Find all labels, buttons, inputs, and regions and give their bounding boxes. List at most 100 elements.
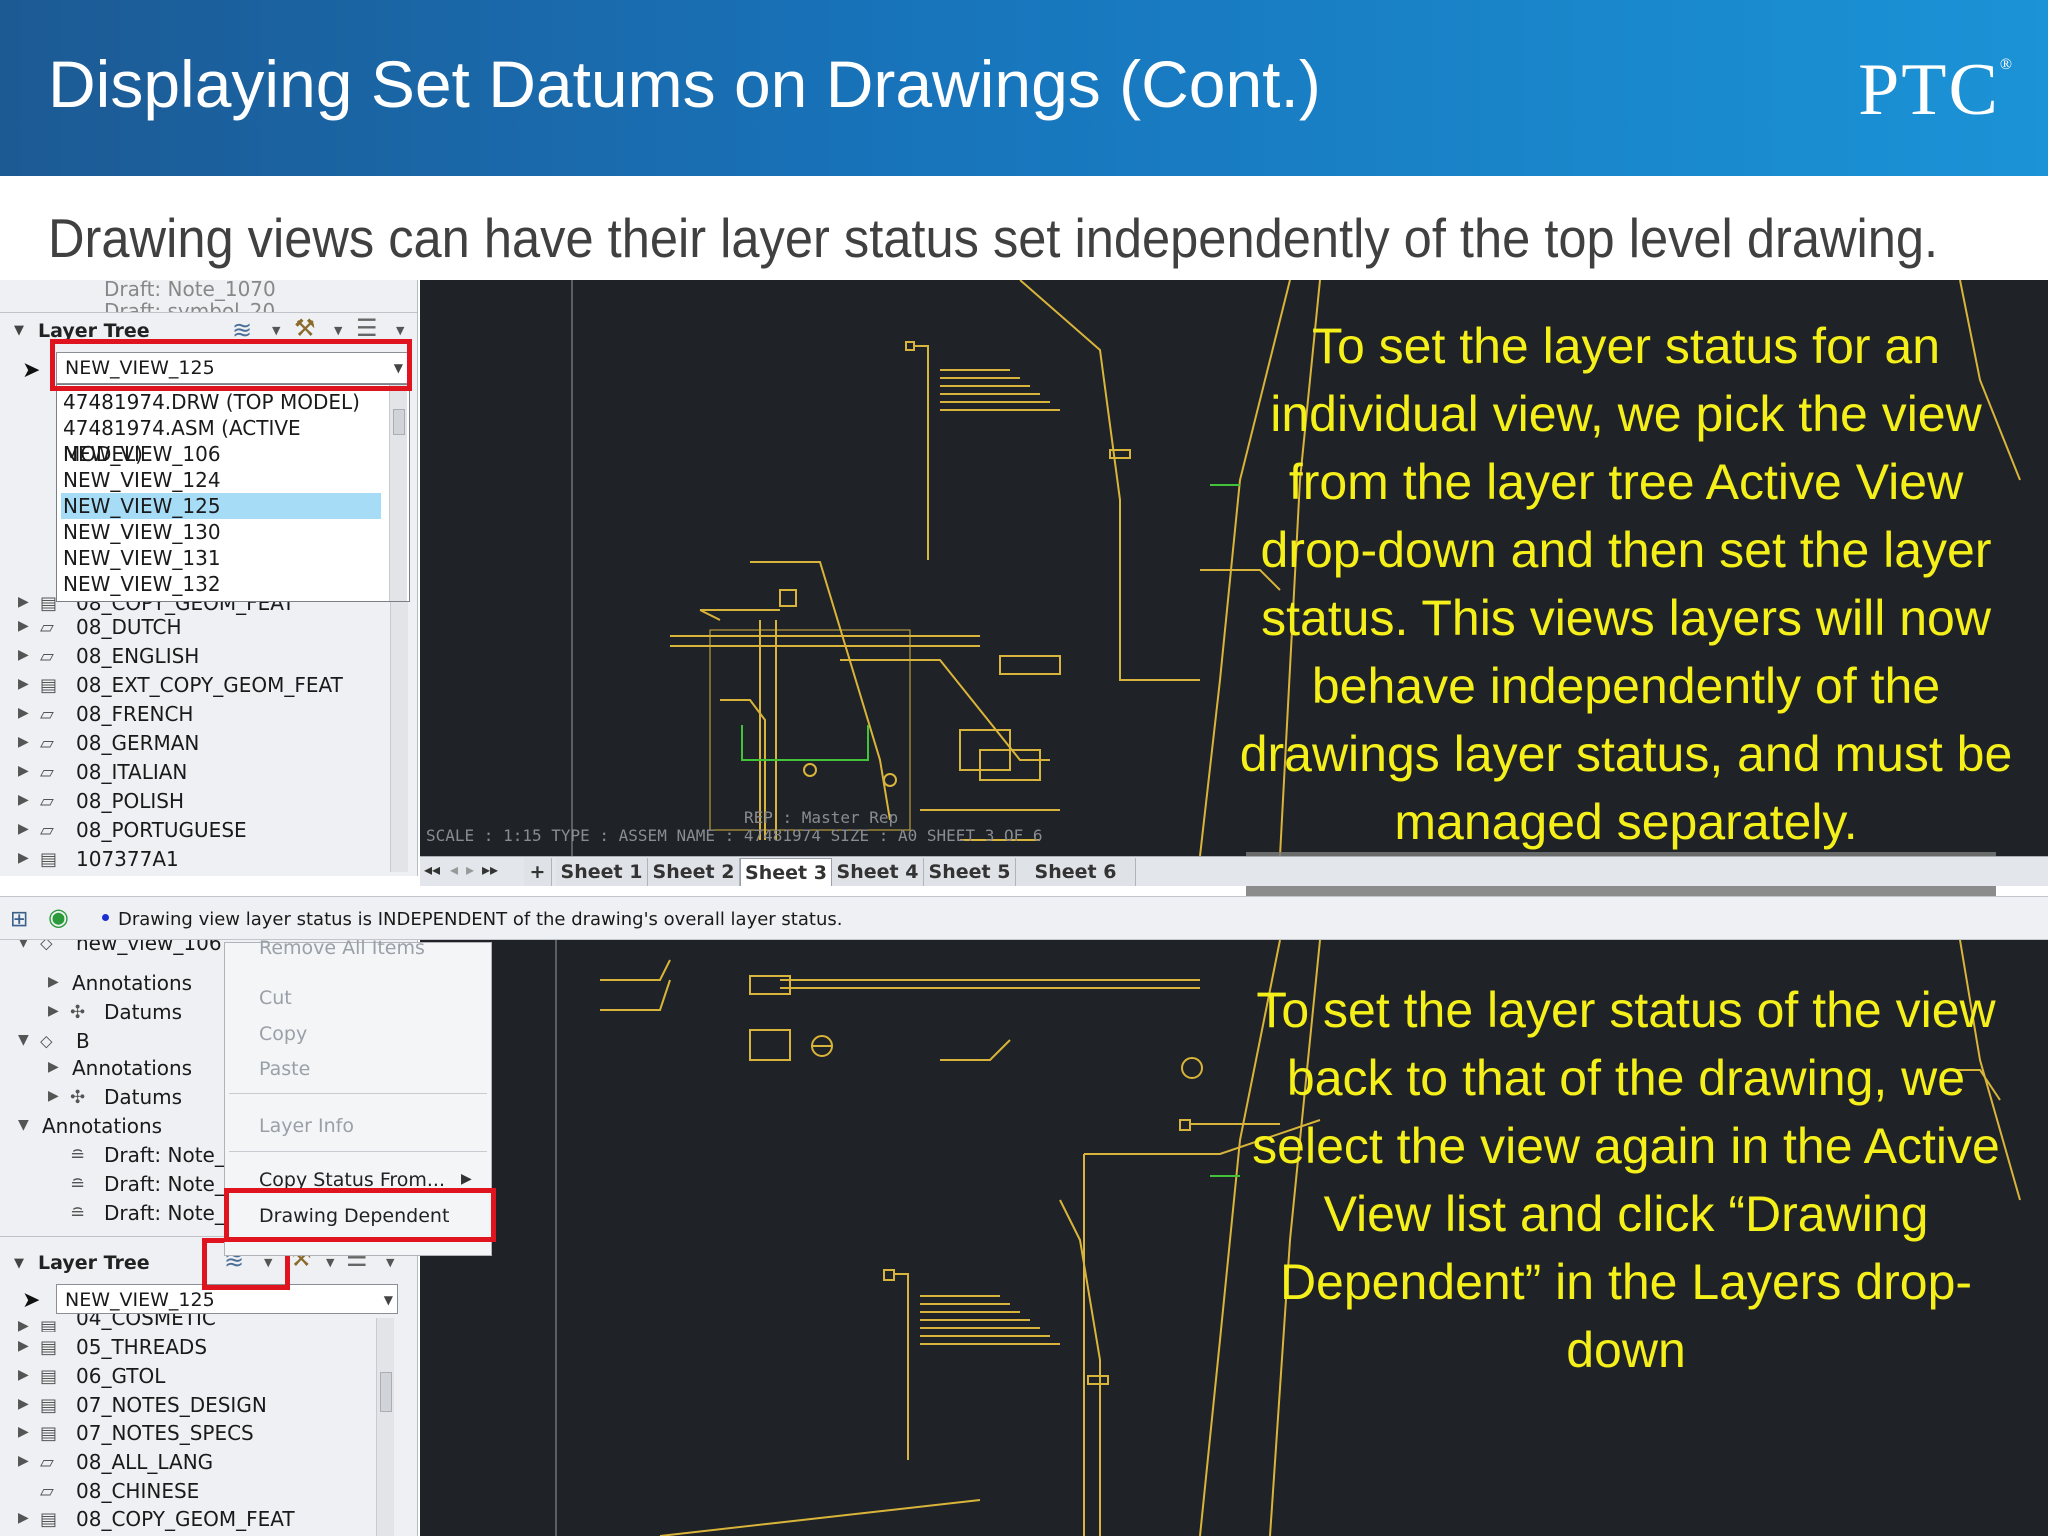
last-sheet-icon[interactable]: ▸▸ (482, 860, 498, 880)
tree-scrollbar[interactable] (376, 1318, 394, 1536)
dropdown-option[interactable]: NEW_VIEW_106 (61, 441, 379, 467)
note-icon: ≘ (70, 1174, 86, 1195)
submenu-arrow-icon: ▶ (461, 1171, 472, 1187)
chevron-down-icon[interactable]: ▼ (384, 1293, 393, 1307)
menu-item-copy[interactable]: Copy (259, 1023, 307, 1045)
tree-row[interactable]: ▶ ▤ 06_GTOL (0, 1363, 417, 1391)
drawing-info-line: SCALE : 1:15 TYPE : ASSEM NAME : 4748197… (426, 826, 1043, 845)
instruction-overlay-bottom: To set the layer status of the view back… (1252, 982, 2000, 1378)
active-view-value: NEW_VIEW_125 (65, 1289, 215, 1311)
dropdown-option[interactable]: NEW_VIEW_131 (61, 545, 379, 571)
layer-group-icon: ▤ (40, 1423, 58, 1444)
menu-item-layer-info[interactable]: Layer Info (259, 1115, 354, 1137)
layer-icon: ▱ (40, 617, 54, 638)
dropdown-option[interactable]: 47481974.ASM (ACTIVE MODEL) (61, 415, 379, 466)
status-bullet (102, 914, 109, 921)
chevron-down-icon[interactable]: ▼ (326, 1256, 334, 1269)
tree-row[interactable]: ▱ 08_CHINESE (0, 1478, 417, 1506)
layer-group-icon: ▤ (40, 849, 58, 870)
layer-group-icon: ▤ (40, 593, 58, 614)
sheet-tabs-bar: ◂◂ ◂ ▸ ▸▸ + Sheet 1 Sheet 2 Sheet 3 Shee… (420, 856, 2048, 886)
tab-sheet-6[interactable]: Sheet 6 (1016, 858, 1136, 886)
tree-row[interactable]: ▶ ▤ 08_EXT_COPY_GEOM_FEAT (0, 672, 417, 700)
menu-separator (229, 1093, 487, 1094)
collapse-icon[interactable]: ▼ (14, 1256, 24, 1271)
dropdown-option[interactable]: NEW_VIEW_130 (61, 519, 379, 545)
layer-group-icon: ▤ (40, 1337, 58, 1358)
slide-subtitle: Drawing views can have their layer statu… (48, 207, 1939, 269)
layer-icon: ▱ (40, 1452, 54, 1473)
layer-group-icon: ▤ (40, 1509, 58, 1530)
tree-row[interactable]: ▶ ▤ 08_COPY_GEOM_FEAT (0, 1506, 417, 1534)
chevron-down-icon[interactable]: ▼ (396, 324, 404, 337)
tree-row[interactable]: ▶ ▱ 08_GERMAN (0, 730, 417, 758)
tree-row[interactable]: ▶ ▤ 07_NOTES_SPECS (0, 1420, 417, 1448)
drawing-rep-line: REP : Master Rep (744, 808, 899, 827)
tools-icon[interactable]: ⚒ (294, 314, 316, 342)
dropdown-scrollbar[interactable] (389, 385, 407, 601)
layer-icon: ▱ (40, 820, 54, 841)
menu-item-cut[interactable]: Cut (259, 987, 292, 1009)
layer-icon: ▱ (40, 791, 54, 812)
dropdown-option[interactable]: NEW_VIEW_132 (61, 571, 379, 597)
tree-row[interactable]: ▶ ▱ 08_DUTCH (0, 614, 417, 642)
view-icon: ⬦ (40, 940, 53, 954)
tab-sheet-5[interactable]: Sheet 5 (924, 858, 1016, 886)
tab-sheet-2[interactable]: Sheet 2 (648, 858, 740, 886)
next-sheet-icon[interactable]: ▸ (466, 860, 474, 880)
tab-sheet-3[interactable]: Sheet 3 (740, 858, 832, 886)
add-sheet-button[interactable]: + (524, 858, 552, 886)
tree-row-cut: Draft: symbol_20 (104, 299, 276, 312)
tree-row[interactable]: ▶ ▤ 07_NOTES_DESIGN (0, 1392, 417, 1420)
tree-row[interactable]: ▶ ▱ 08_ENGLISH (0, 643, 417, 671)
layer-icon: ▱ (40, 1481, 54, 1502)
tree-row[interactable]: ▶ ▱ 08_POLISH (0, 788, 417, 816)
layer-group-icon: ▤ (40, 1317, 58, 1332)
tree-row[interactable]: ▶ ▤ 04_COSMETIC (0, 1314, 417, 1332)
chevron-down-icon[interactable]: ▼ (334, 324, 342, 337)
menu-item-remove-all[interactable]: Remove All Items (259, 937, 425, 959)
dropdown-option[interactable]: 47481974.DRW (TOP MODEL) (61, 389, 379, 415)
tree-row[interactable]: ▶ ▱ 08_ITALIAN (0, 759, 417, 787)
show-options-icon[interactable]: ☰ (356, 314, 378, 342)
slide-header: Displaying Set Datums on Drawings (Cont.… (0, 0, 2048, 176)
scroll-thumb[interactable] (393, 409, 405, 435)
select-arrow-icon[interactable]: ➤ (22, 358, 40, 383)
ptc-logo: PTC® (1858, 49, 2014, 131)
layer-group-icon: ▤ (40, 1395, 58, 1416)
layer-tree-title: Layer Tree (38, 1252, 150, 1274)
tree-row[interactable]: ▶ ▱ 08_PORTUGUESE (0, 817, 417, 845)
instruction-overlay-top: To set the layer status for an individua… (1239, 318, 2013, 850)
highlight-box (224, 1188, 496, 1242)
datums-icon: ✣ (70, 1087, 86, 1108)
dropdown-option-selected[interactable]: NEW_VIEW_125 (61, 493, 381, 519)
layer-icon: ▱ (40, 646, 54, 667)
tree-icon[interactable]: ⊞ (10, 906, 28, 932)
menu-item-paste[interactable]: Paste (259, 1058, 310, 1080)
chevron-down-icon[interactable]: ▼ (272, 324, 280, 337)
tree-row[interactable]: ▶ ▤ 107377A1 (0, 846, 417, 874)
note-icon: ≘ (70, 1145, 86, 1166)
datums-icon: ✣ (70, 1002, 86, 1023)
regen-icon[interactable]: ◉ (48, 903, 69, 932)
highlight-box (50, 339, 412, 391)
prev-sheet-icon[interactable]: ◂ (450, 860, 458, 880)
layer-icon: ▱ (40, 762, 54, 783)
tree-row[interactable]: ▶ ▤ 05_THREADS (0, 1334, 417, 1362)
first-sheet-icon[interactable]: ◂◂ (424, 860, 440, 880)
dropdown-option[interactable]: NEW_VIEW_124 (61, 467, 379, 493)
note-icon: ≘ (70, 1203, 86, 1224)
tab-sheet-1[interactable]: Sheet 1 (556, 858, 648, 886)
tab-sheet-4[interactable]: Sheet 4 (832, 858, 924, 886)
active-view-dropdown-list[interactable]: 47481974.DRW (TOP MODEL) 47481974.ASM (A… (56, 384, 410, 602)
select-arrow-icon[interactable]: ➤ (22, 1288, 40, 1313)
chevron-down-icon[interactable]: ▼ (386, 1256, 394, 1269)
tree-row[interactable]: ▶ ▱ 08_ALL_LANG (0, 1449, 417, 1477)
tree-row[interactable]: ▶ ▱ 08_FRENCH (0, 701, 417, 729)
view-icon: ⬦ (40, 1031, 53, 1052)
slide-title: Displaying Set Datums on Drawings (Cont.… (48, 47, 1321, 121)
scroll-thumb[interactable] (380, 1372, 392, 1412)
layer-icon: ▱ (40, 733, 54, 754)
layer-icon: ▱ (40, 704, 54, 725)
collapse-icon[interactable]: ▼ (14, 323, 24, 338)
